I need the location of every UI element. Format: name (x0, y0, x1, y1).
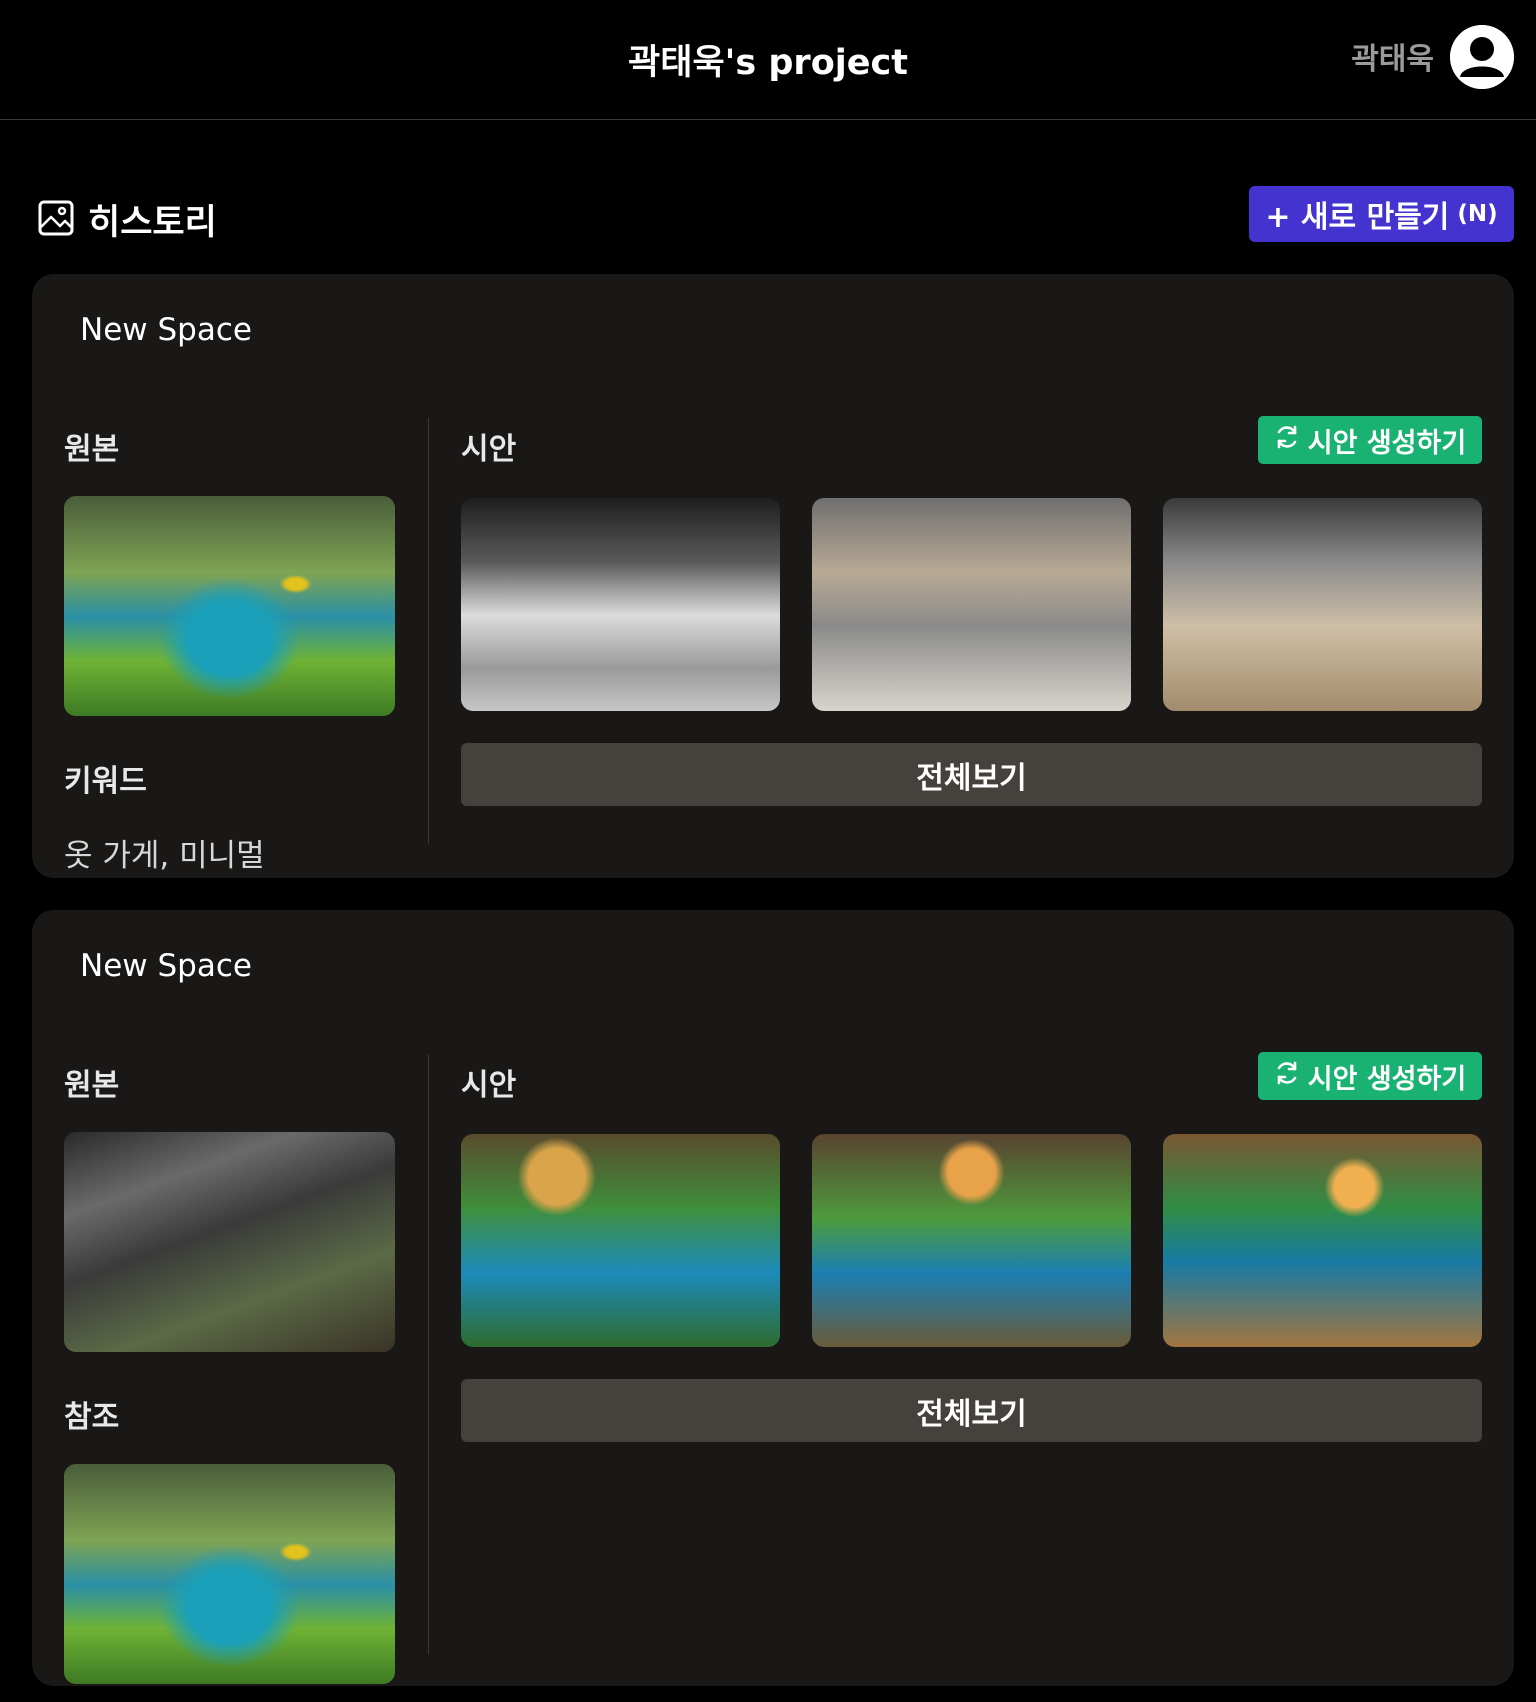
draft-gallery (461, 1134, 1482, 1347)
space-name: New Space (80, 948, 252, 984)
draft-image[interactable] (461, 498, 780, 711)
image-icon (38, 200, 74, 240)
original-label: 원본 (64, 432, 120, 467)
original-label: 원본 (64, 1068, 120, 1103)
reference-label: 참조 (64, 1400, 120, 1435)
column-divider (428, 1054, 429, 1654)
draft-image[interactable] (812, 1134, 1131, 1347)
refresh-icon (1274, 1060, 1300, 1093)
keywords-text: 옷 가게, 미니멀 (64, 838, 265, 874)
new-create-label: + 새로 만들기 (1265, 200, 1450, 235)
history-header: 히스토리 (38, 194, 217, 245)
top-bar: 곽태욱's project 곽태욱 (0, 0, 1536, 120)
history-card: New Space 원본 키워드 옷 가게, 미니멀 시안 시안 생성하기 전체… (32, 274, 1514, 878)
project-title: 곽태욱's project (628, 43, 908, 83)
draft-image[interactable] (1163, 1134, 1482, 1347)
view-all-button[interactable]: 전체보기 (461, 1379, 1482, 1442)
draft-image[interactable] (461, 1134, 780, 1347)
user-name[interactable]: 곽태욱 (1351, 34, 1434, 78)
new-create-button[interactable]: + 새로 만들기 (N) (1249, 186, 1514, 242)
refresh-icon (1274, 424, 1300, 457)
generate-draft-button[interactable]: 시안 생성하기 (1258, 1052, 1482, 1100)
generate-draft-label: 시안 생성하기 (1307, 1063, 1467, 1095)
column-divider (428, 418, 429, 844)
history-title: 히스토리 (88, 203, 217, 243)
user-avatar-icon[interactable] (1450, 25, 1514, 89)
keyword-label: 키워드 (64, 764, 147, 799)
new-create-shortcut: (N) (1457, 201, 1498, 227)
space-name: New Space (80, 312, 252, 348)
original-image[interactable] (64, 496, 395, 716)
generate-draft-button[interactable]: 시안 생성하기 (1258, 416, 1482, 464)
history-card: New Space 원본 참조 시안 시안 생성하기 전체보기 (32, 910, 1514, 1686)
draft-image[interactable] (812, 498, 1131, 711)
draft-image[interactable] (1163, 498, 1482, 711)
reference-image[interactable] (64, 1464, 395, 1684)
generate-draft-label: 시안 생성하기 (1307, 427, 1467, 459)
original-image[interactable] (64, 1132, 395, 1352)
draft-gallery (461, 498, 1482, 711)
view-all-button[interactable]: 전체보기 (461, 743, 1482, 806)
